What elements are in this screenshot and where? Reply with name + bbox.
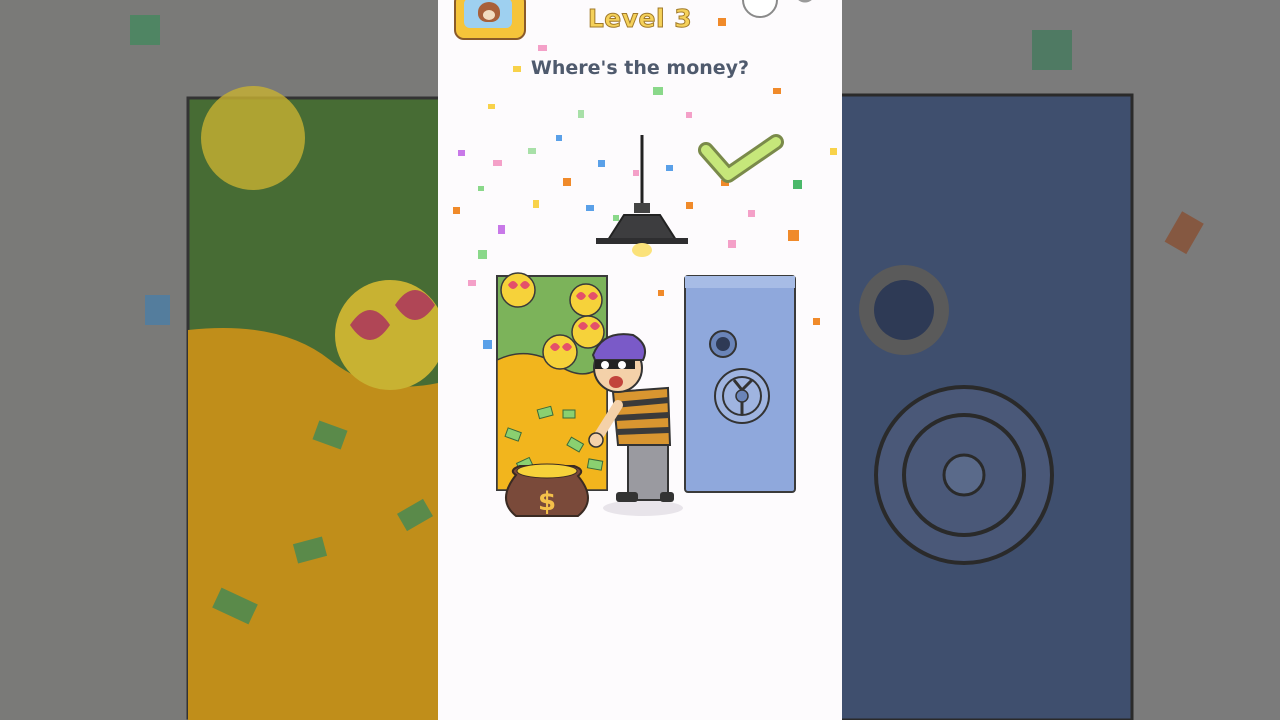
svg-text:$: $ [538,487,556,517]
puzzle-question: Where's the money? [530,57,750,79]
level-title: Level 3 [587,4,693,34]
money-bag[interactable]: $ [505,463,589,517]
background-blur-right [842,0,1280,720]
gear-icon[interactable] [790,0,820,12]
blue-safe[interactable] [684,275,796,493]
money-wall[interactable] [496,272,608,491]
game-screen: $ Level 3 Where's the money? [438,0,842,720]
ceiling-lamp [596,135,688,257]
background-blur-left [0,0,438,720]
game-scene: $ [453,18,837,517]
